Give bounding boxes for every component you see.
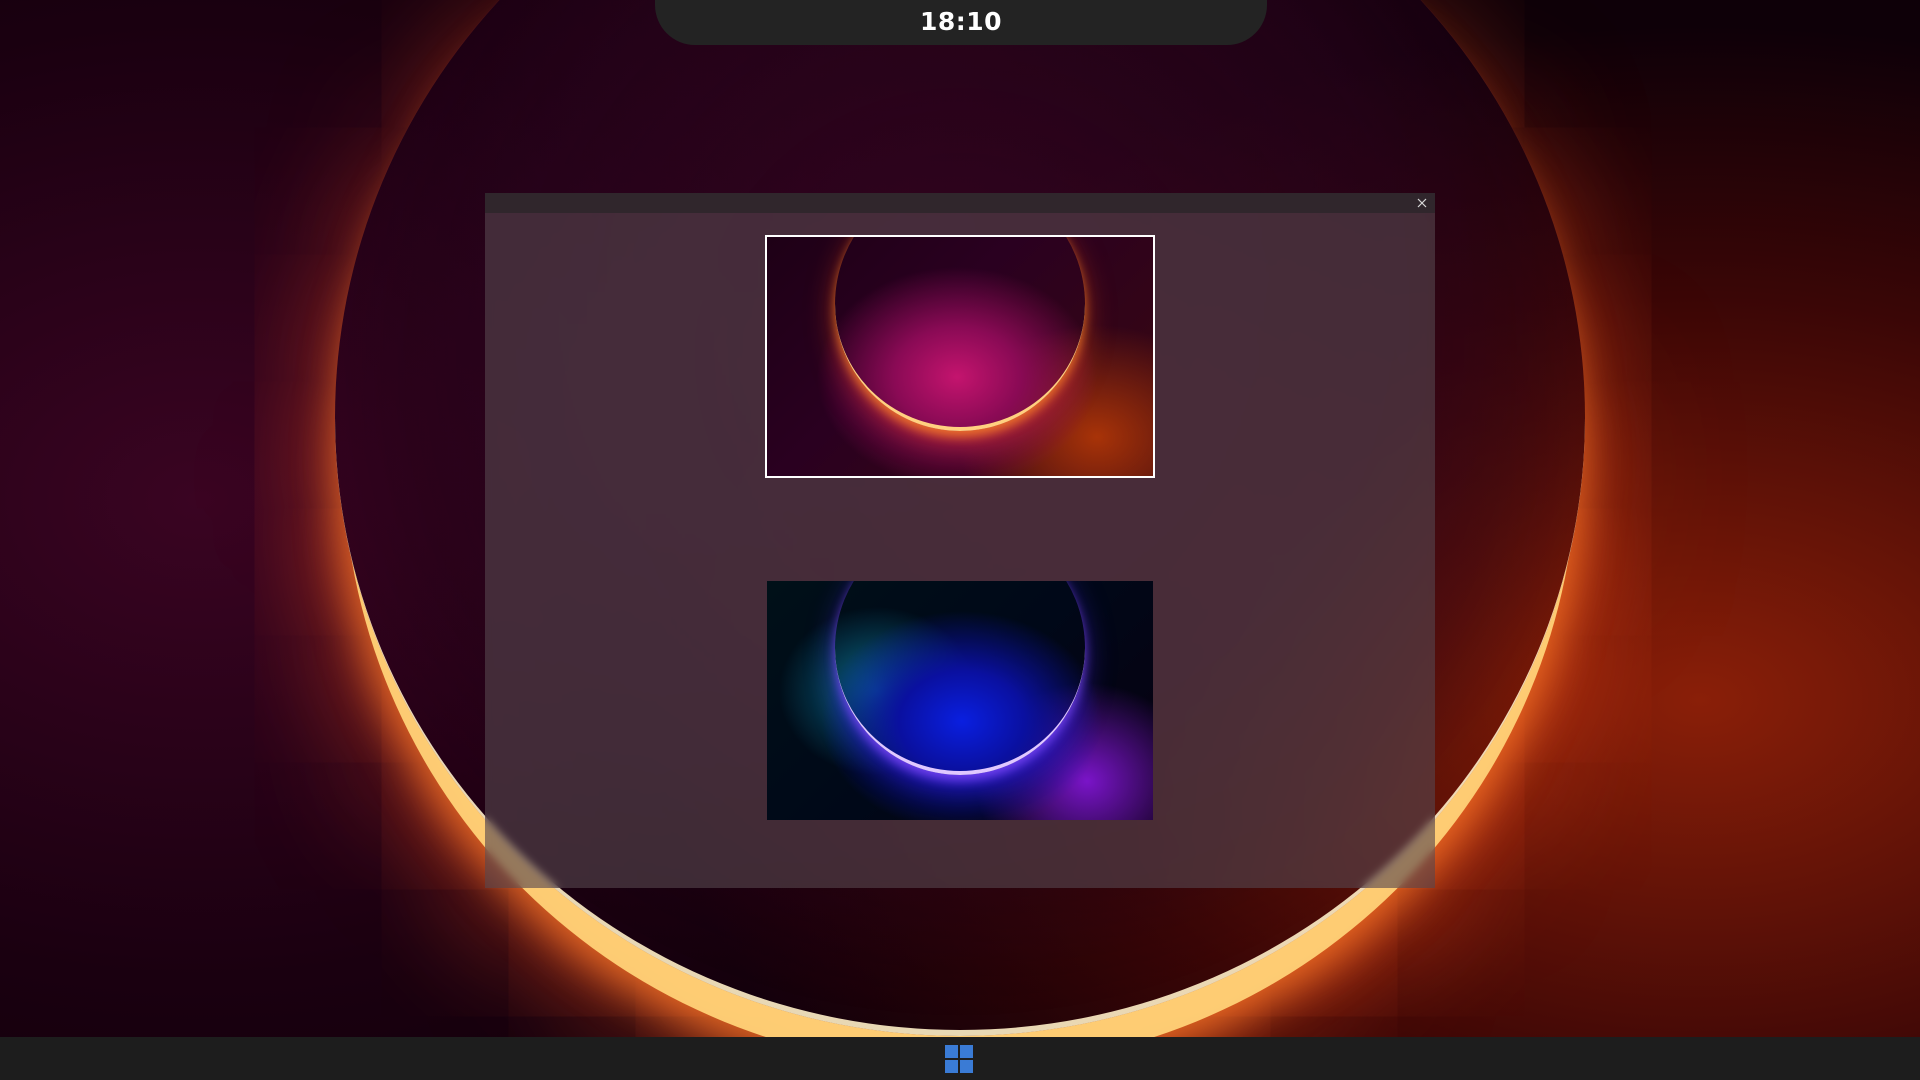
wallpaper-thumbnail-red[interactable] (765, 235, 1155, 478)
taskbar (0, 1037, 1920, 1080)
wallpaper-picker-dialog (485, 193, 1435, 888)
wallpaper-thumbnail-blue[interactable] (767, 581, 1153, 820)
dialog-titlebar (485, 193, 1435, 213)
desktop-wallpaper: 18:10 (0, 0, 1920, 1080)
close-icon (1417, 198, 1427, 208)
start-button[interactable] (945, 1045, 975, 1075)
clock-bar: 18:10 (655, 0, 1267, 45)
clock-time: 18:10 (919, 7, 1003, 36)
close-button[interactable] (1413, 194, 1431, 212)
